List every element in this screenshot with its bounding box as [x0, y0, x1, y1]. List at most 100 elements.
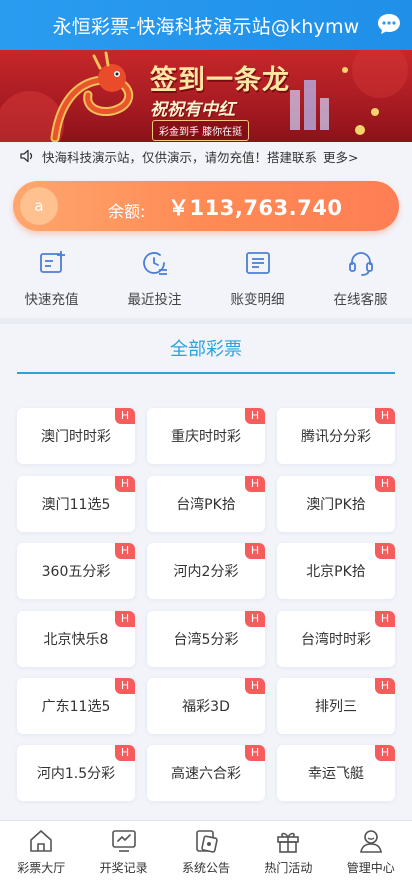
tab-user-center[interactable]: 管理中心 — [330, 821, 412, 883]
gift-icon — [277, 832, 300, 853]
lottery-name: 台湾时时彩 — [301, 632, 371, 648]
hot-badge: H — [375, 408, 395, 424]
lottery-item[interactable]: 澳门PK拾 H — [277, 476, 395, 532]
home-icon — [30, 830, 52, 852]
banner-subslogan: 祝祝有中红 — [150, 100, 235, 120]
balance-amount: ￥113,763.740 — [168, 196, 343, 220]
lottery-name: 360五分彩 — [41, 564, 111, 580]
quick-action-label: 最近投注 — [127, 292, 182, 308]
lottery-name: 广东11选5 — [41, 699, 111, 715]
lottery-item[interactable]: 北京快乐8 H — [17, 611, 135, 667]
quick-action-account-details[interactable]: 账变明细 — [206, 248, 309, 312]
lottery-name: 台湾5分彩 — [173, 632, 239, 648]
lottery-item[interactable]: 腾讯分分彩 H — [277, 408, 395, 464]
hot-badge: H — [115, 745, 135, 761]
lottery-name: 排列三 — [315, 699, 357, 715]
quick-action-recent-bets[interactable]: 最近投注 — [103, 248, 206, 312]
recent-bets-icon — [142, 252, 167, 275]
banner-tag: 彩金到手 膝你在挺 — [152, 120, 250, 141]
lottery-item[interactable]: 澳门时时彩 H — [17, 408, 135, 464]
hot-badge: H — [115, 611, 135, 627]
account-details-icon — [245, 252, 270, 274]
speaker-icon — [20, 149, 33, 163]
balance-label: 余额: — [108, 202, 146, 221]
lottery-name: 北京快乐8 — [43, 632, 109, 648]
hot-badge: H — [375, 745, 395, 761]
hot-badge: H — [115, 476, 135, 492]
hot-badge: H — [245, 476, 265, 492]
app-title: 永恒彩票-快海科技演示站@khymw — [52, 15, 360, 38]
hot-badge: H — [245, 678, 265, 694]
hot-badge: H — [115, 678, 135, 694]
lottery-name: 幸运飞艇 — [308, 766, 364, 782]
notice-bar[interactable]: 快海科技演示站，仅供演示，请勿充值！搭建联系 更多> — [0, 142, 412, 170]
lottery-name: 北京PK拾 — [306, 564, 366, 580]
lottery-item[interactable]: 台湾PK拾 H — [147, 476, 265, 532]
lottery-name: 澳门11选5 — [41, 497, 111, 513]
lottery-item[interactable]: 台湾时时彩 H — [277, 611, 395, 667]
section-divider — [0, 318, 412, 324]
hot-badge: H — [115, 408, 135, 424]
hot-badge: H — [375, 611, 395, 627]
quick-action-label: 快速充值 — [24, 292, 79, 308]
lottery-item[interactable]: 360五分彩 H — [17, 543, 135, 599]
customer-service-icon — [348, 252, 373, 276]
lottery-item[interactable]: 河内1.5分彩 H — [17, 745, 135, 801]
lottery-name: 河内2分彩 — [173, 564, 239, 580]
tab-draw-results[interactable]: 开奖记录 — [82, 821, 164, 883]
recharge-icon — [39, 251, 65, 273]
hot-badge: H — [375, 678, 395, 694]
notice-more-link[interactable]: 更多> — [323, 147, 358, 166]
lottery-item[interactable]: 排列三 H — [277, 678, 395, 734]
hot-badge: H — [245, 611, 265, 627]
lottery-item[interactable]: 澳门11选5 H — [17, 476, 135, 532]
tab-label: 彩票大厅 — [17, 861, 66, 875]
tab-label: 系统公告 — [181, 861, 230, 875]
hot-badge: H — [115, 543, 135, 559]
lottery-name: 高速六合彩 — [171, 766, 241, 782]
chat-bubble-icon[interactable] — [376, 11, 402, 37]
lottery-item[interactable]: 福彩3D H — [147, 678, 265, 734]
lottery-name: 澳门时时彩 — [41, 429, 111, 445]
banner-slogan: 签到一条龙 — [150, 65, 290, 96]
quick-action-recharge[interactable]: 快速充值 — [0, 248, 103, 312]
quick-action-label: 在线客服 — [333, 292, 388, 308]
hot-badge: H — [245, 543, 265, 559]
draw-results-icon — [111, 830, 136, 852]
lottery-item[interactable]: 广东11选5 H — [17, 678, 135, 734]
hot-badge: H — [245, 408, 265, 424]
app-header: 永恒彩票-快海科技演示站@khymw — [0, 0, 412, 50]
notice-text: 快海科技演示站，仅供演示，请勿充值！搭建联系 — [42, 149, 318, 165]
balance-card: a 余额: ￥113,763.740 — [13, 181, 399, 231]
bottom-tab-bar: 彩票大厅 开奖记录 系统公告 热门活动 管理中心 — [0, 820, 412, 883]
tab-lottery-hall[interactable]: 彩票大厅 — [0, 821, 82, 883]
quick-actions: 快速充值 最近投注 账变明细 在线客服 — [0, 248, 412, 312]
user-center-icon — [359, 830, 382, 853]
hot-badge: H — [375, 476, 395, 492]
tab-label: 管理中心 — [346, 861, 395, 875]
tab-hot-events[interactable]: 热门活动 — [247, 821, 329, 883]
tab-label: 热门活动 — [264, 861, 313, 875]
lottery-name: 腾讯分分彩 — [301, 429, 371, 445]
lottery-item[interactable]: 高速六合彩 H — [147, 745, 265, 801]
lottery-name: 河内1.5分彩 — [36, 766, 116, 782]
promo-banner[interactable]: 签到一条龙 祝祝有中红 彩金到手 膝你在挺 — [0, 50, 412, 142]
lottery-name: 福彩3D — [182, 699, 230, 715]
lottery-name: 澳门PK拾 — [306, 497, 366, 513]
hot-badge: H — [245, 745, 265, 761]
lottery-item[interactable]: 台湾5分彩 H — [147, 611, 265, 667]
lottery-item[interactable]: 河内2分彩 H — [147, 543, 265, 599]
announcement-icon — [196, 830, 218, 853]
tab-announcements[interactable]: 系统公告 — [165, 821, 247, 883]
lottery-item[interactable]: 北京PK拾 H — [277, 543, 395, 599]
hot-badge: H — [375, 543, 395, 559]
avatar[interactable]: a — [20, 187, 58, 225]
lottery-name: 台湾PK拾 — [176, 497, 236, 513]
quick-action-label: 账变明细 — [230, 292, 285, 308]
section-title-all-lotteries: 全部彩票 — [17, 334, 395, 374]
lottery-item[interactable]: 重庆时时彩 H — [147, 408, 265, 464]
lottery-item[interactable]: 幸运飞艇 H — [277, 745, 395, 801]
tab-label: 开奖记录 — [99, 861, 148, 875]
lottery-name: 重庆时时彩 — [171, 429, 241, 445]
quick-action-customer-service[interactable]: 在线客服 — [309, 248, 412, 312]
